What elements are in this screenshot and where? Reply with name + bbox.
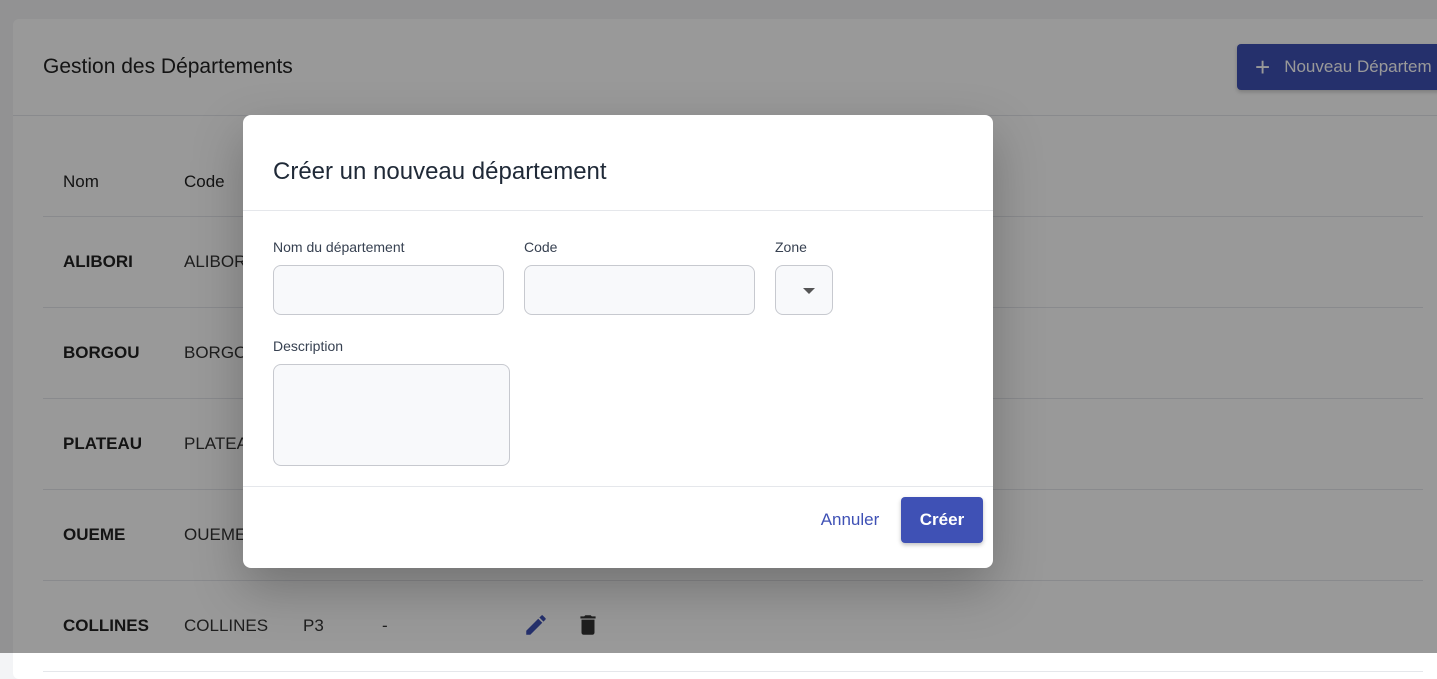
create-button[interactable]: Créer <box>901 497 983 543</box>
cancel-button[interactable]: Annuler <box>810 497 890 543</box>
name-label: Nom du département <box>273 239 405 255</box>
description-textarea[interactable] <box>273 364 510 466</box>
description-label: Description <box>273 338 344 354</box>
department-name-input[interactable] <box>273 265 504 315</box>
chevron-down-icon <box>803 288 815 294</box>
create-department-dialog: Créer un nouveau département Nom du dépa… <box>243 115 993 568</box>
dialog-footer-divider <box>243 486 993 487</box>
department-code-input[interactable] <box>524 265 755 315</box>
zone-label: Zone <box>775 239 807 255</box>
dialog-title: Créer un nouveau département <box>273 158 607 185</box>
dialog-header-divider <box>243 210 993 211</box>
code-label: Code <box>524 239 558 255</box>
zone-select[interactable] <box>775 265 833 315</box>
